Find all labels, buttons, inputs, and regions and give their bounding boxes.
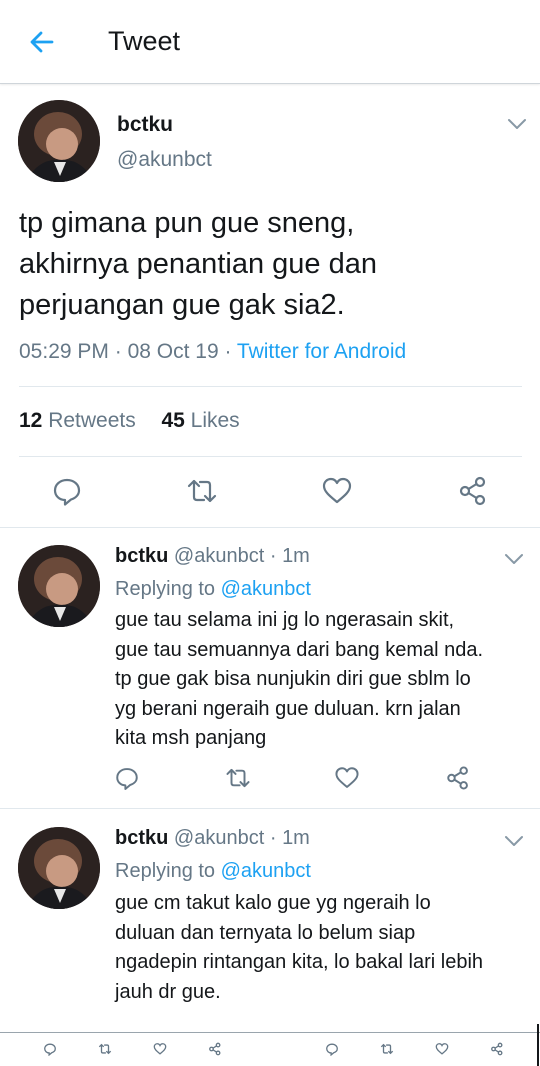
profile-photo-icon — [18, 545, 100, 627]
reply-icon[interactable] — [325, 1042, 339, 1056]
author-handle[interactable]: @akunbct — [174, 827, 264, 849]
meta-separator: · — [224, 340, 237, 363]
retweet-icon — [187, 479, 217, 503]
tweet-text-line: perjuangan gue gak sia2. — [19, 289, 345, 321]
reply-text: gue cm takut kalo gue yg ngeraih lo dulu… — [115, 889, 530, 1007]
reply-text-line: jauh dr gue. — [115, 980, 221, 1003]
reply-author-line: bctku @akunbct · 1m — [115, 545, 310, 568]
share-button[interactable] — [457, 475, 489, 507]
reply-text-line: gue tau semuannya dari bang kemal nda. — [115, 638, 484, 661]
author-name[interactable]: bctku — [115, 827, 168, 849]
heart-icon[interactable] — [435, 1042, 449, 1056]
page-title: Tweet — [108, 26, 181, 56]
likes-stat[interactable]: 45 Likes — [161, 409, 239, 432]
avatar[interactable] — [18, 100, 100, 182]
reply-icon — [116, 768, 138, 790]
tweet-time: 05:29 PM — [19, 340, 109, 363]
meta-separator: · — [269, 545, 277, 567]
retweet-button[interactable] — [186, 475, 218, 507]
tweet-menu-button[interactable] — [506, 117, 528, 131]
heart-icon[interactable] — [153, 1042, 167, 1056]
chevron-down-icon — [508, 119, 526, 129]
author-name[interactable]: bctku — [115, 545, 168, 567]
retweet-icon[interactable] — [98, 1042, 112, 1056]
avatar[interactable] — [18, 545, 100, 627]
replying-handle-link[interactable]: @akunbct — [221, 578, 311, 600]
back-button[interactable] — [26, 26, 58, 58]
tweet-text-line: tp gimana pun gue sneng, — [19, 207, 355, 239]
share-button[interactable] — [445, 765, 471, 791]
reply-text: gue tau selama ini jg lo ngerasain skit,… — [115, 606, 530, 754]
replying-to: Replying to @akunbct — [115, 860, 311, 883]
replying-to: Replying to @akunbct — [115, 578, 311, 601]
reply-text-line: gue tau selama ini jg lo ngerasain skit, — [115, 609, 455, 631]
retweet-icon[interactable] — [380, 1042, 394, 1056]
divider — [0, 527, 540, 528]
like-button[interactable] — [321, 475, 353, 507]
profile-photo-icon — [18, 100, 100, 182]
reply-text-line: ngadepin rintangan kita, lo bakal lari l… — [115, 951, 484, 973]
retweets-label: Retweets — [48, 409, 136, 432]
divider — [19, 386, 522, 387]
meta-separator: · — [269, 827, 277, 849]
bottom-action-strip — [0, 1032, 540, 1066]
reply-text-line: kita msh panjang — [115, 727, 267, 749]
screenshot-edge-line — [537, 1024, 539, 1066]
share-icon[interactable] — [490, 1042, 504, 1056]
reply-text-line: duluan dan ternyata lo belum siap — [115, 921, 416, 944]
heart-icon — [322, 477, 352, 504]
share-icon — [447, 766, 468, 790]
reply-time: 1m — [282, 827, 310, 849]
reply-icon[interactable] — [43, 1042, 57, 1056]
retweets-stat[interactable]: 12 Retweets — [19, 409, 136, 432]
author-name[interactable]: bctku — [117, 113, 173, 137]
reply-text-line: tp gue gak bisa nunjukin diri gue sblm l… — [115, 668, 471, 690]
retweet-icon — [226, 768, 250, 788]
divider — [0, 808, 540, 809]
tweet-text-line: akhirnya penantian gue dan — [19, 248, 377, 280]
avatar[interactable] — [18, 827, 100, 909]
meta-separator: · — [114, 340, 128, 363]
arrow-left-icon — [30, 31, 54, 53]
reply-text-line: gue cm takut kalo gue yg ngeraih lo — [115, 892, 431, 914]
heart-icon — [335, 767, 359, 788]
tweet-date: 08 Oct 19 — [127, 340, 219, 363]
likes-label: Likes — [190, 409, 240, 432]
retweet-button[interactable] — [225, 765, 251, 791]
author-handle[interactable]: @akunbct — [117, 148, 212, 172]
like-button[interactable] — [334, 765, 360, 791]
reply-icon — [53, 478, 81, 506]
tweet-timestamp: 05:29 PM · 08 Oct 19 · Twitter for Andro… — [19, 340, 406, 364]
share-icon — [459, 476, 486, 506]
reply-button[interactable] — [114, 765, 140, 791]
tweet-menu-button[interactable] — [503, 552, 525, 566]
likes-count: 45 — [161, 409, 185, 432]
share-icon[interactable] — [208, 1042, 222, 1056]
top-app-bar: Tweet — [0, 0, 540, 84]
reply-button[interactable] — [51, 475, 83, 507]
profile-photo-icon — [18, 827, 100, 909]
tweet-source-link[interactable]: Twitter for Android — [237, 340, 406, 363]
replying-handle-link[interactable]: @akunbct — [221, 860, 311, 882]
author-handle[interactable]: @akunbct — [174, 545, 264, 567]
chevron-down-icon — [505, 836, 523, 846]
chevron-down-icon — [505, 554, 523, 564]
tweet-menu-button[interactable] — [503, 834, 525, 848]
tweet-stats: 12 Retweets 45 Likes — [19, 409, 240, 433]
reply-time: 1m — [282, 545, 310, 567]
replying-label: Replying to — [115, 860, 216, 882]
reply-text-line: yg berani ngeraih gue duluan. krn jalan — [115, 697, 461, 720]
divider — [19, 456, 522, 457]
reply-author-line: bctku @akunbct · 1m — [115, 827, 310, 850]
tweet-text: tp gimana pun gue sneng, akhirnya penant… — [19, 203, 519, 326]
retweets-count: 12 — [19, 409, 43, 432]
replying-label: Replying to — [115, 578, 216, 600]
